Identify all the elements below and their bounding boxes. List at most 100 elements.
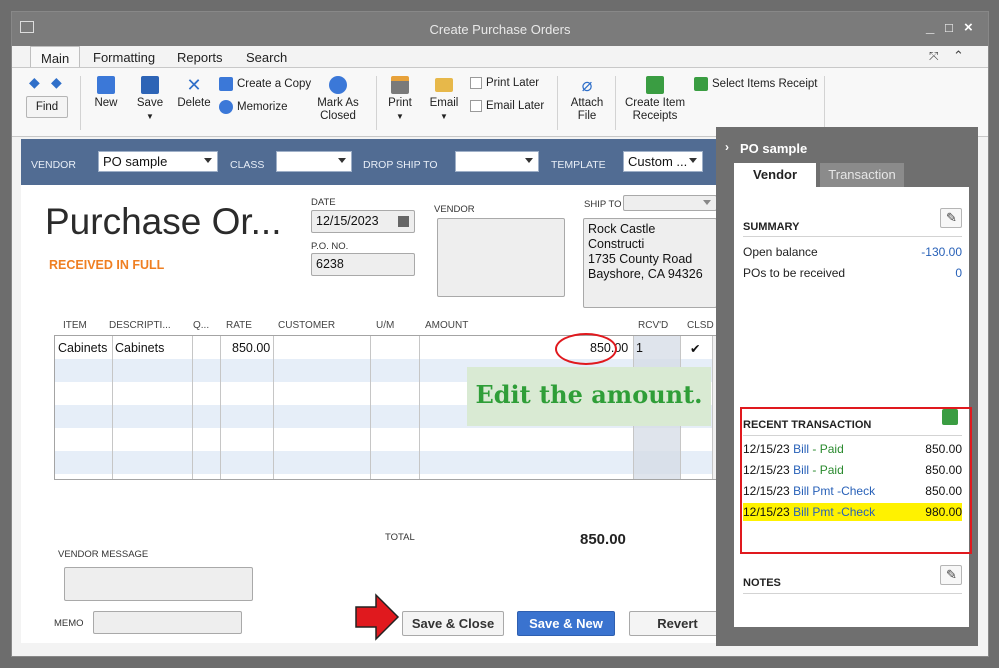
memo-label: MEMO [54, 618, 84, 629]
memo-field[interactable] [93, 611, 242, 634]
column-divider [273, 336, 274, 479]
status-badge: RECEIVED IN FULL [49, 258, 165, 272]
chevron-right-icon[interactable]: › [725, 140, 729, 154]
previous-arrow-icon[interactable]: ◆ [29, 74, 40, 91]
ribbon-separator [824, 76, 825, 130]
column-header-qty[interactable]: Q... [193, 320, 209, 331]
chevron-down-icon: ▼ [396, 112, 404, 121]
template-select[interactable]: Custom ... [623, 151, 703, 172]
collapse-ribbon-icon[interactable]: ⌃ [953, 48, 964, 64]
column-header-amount[interactable]: AMOUNT [425, 320, 468, 331]
save-close-button[interactable]: Save & Close [402, 611, 504, 636]
sidebar-title: PO sample [740, 141, 808, 156]
memorize-icon [219, 100, 233, 114]
cell-item[interactable]: Cabinets [58, 341, 107, 355]
print-button[interactable]: Print ▼ [386, 76, 414, 123]
email-button[interactable]: Email ▼ [428, 76, 460, 123]
tab-transaction[interactable]: Transaction [820, 163, 904, 187]
ribbon-tabs: Main Formatting Reports Search ⤧ ⌃ [12, 46, 988, 69]
notes-heading: NOTES [743, 577, 781, 589]
expand-icon[interactable]: ⤧ [929, 49, 939, 64]
table-row[interactable] [55, 428, 714, 451]
purchase-order-form: Purchase Or... RECEIVED IN FULL DATE 12/… [21, 185, 727, 643]
revert-button[interactable]: Revert [629, 611, 726, 636]
cell-clsd[interactable]: ✔ [690, 341, 700, 356]
ship-to-address-field[interactable]: Rock Castle Constructi 1735 County Road … [583, 218, 717, 308]
chevron-down-icon [689, 158, 697, 163]
title-bar: Create Purchase Orders _ □ × [12, 12, 988, 46]
select-items-receipt-icon [694, 77, 708, 91]
po-number-field[interactable]: 6238 [311, 253, 415, 276]
chevron-down-icon [703, 200, 711, 205]
column-header-clsd[interactable]: CLSD [687, 320, 714, 331]
ship-to-select[interactable] [623, 195, 717, 211]
mark-as-closed-button[interactable]: Mark As Closed [312, 76, 364, 123]
annotation-circle [555, 333, 617, 365]
new-button[interactable]: New [92, 76, 120, 110]
printer-icon [391, 76, 409, 94]
checkbox-icon [470, 100, 482, 112]
total-label: TOTAL [385, 532, 415, 543]
envelope-icon [435, 78, 453, 92]
pos-received-value[interactable]: 0 [955, 266, 962, 280]
summary-heading: SUMMARY [743, 221, 800, 233]
cell-rate[interactable]: 850.00 [232, 341, 270, 355]
chevron-down-icon: ▼ [146, 112, 154, 121]
annotation-arrow [355, 593, 400, 641]
save-new-button[interactable]: Save & New [517, 611, 615, 636]
column-divider [419, 336, 420, 479]
next-arrow-icon[interactable]: ◆ [51, 74, 62, 91]
column-header-item[interactable]: ITEM [63, 320, 87, 331]
annotation-highlight-box [740, 407, 972, 554]
vendor-sidebar: › PO sample Vendor Transaction SUMMARY ✎… [716, 127, 978, 646]
checkbox-icon [470, 77, 482, 89]
paperclip-icon: ⌀ [581, 75, 593, 95]
vendor-label: VENDOR [31, 159, 76, 171]
cell-rcvd[interactable]: 1 [636, 341, 643, 355]
minimize-icon[interactable]: _ [926, 19, 934, 36]
vendor-message-label: VENDOR MESSAGE [58, 549, 149, 560]
memorize-button[interactable]: Memorize [219, 100, 287, 114]
tab-search[interactable]: Search [246, 50, 287, 65]
find-button[interactable]: Find [26, 96, 68, 118]
cell-description[interactable]: Cabinets [115, 341, 164, 355]
tab-reports[interactable]: Reports [177, 50, 223, 65]
column-header-rcvd[interactable]: RCV'D [638, 320, 668, 331]
template-label: TEMPLATE [551, 159, 606, 171]
column-header-um[interactable]: U/M [376, 320, 394, 331]
chevron-down-icon [204, 158, 212, 163]
column-header-description[interactable]: DESCRIPTI... [109, 320, 171, 331]
drop-ship-select[interactable] [455, 151, 539, 172]
close-icon[interactable]: × [964, 19, 973, 36]
create-item-receipts-button[interactable]: Create Item Receipts [622, 76, 688, 123]
create-copy-button[interactable]: Create a Copy [219, 77, 311, 91]
table-row[interactable] [55, 451, 714, 474]
annotation-callout: Edit the amount. [467, 367, 711, 426]
edit-notes-button[interactable]: ✎ [940, 565, 962, 585]
checkmark-circle-icon [329, 76, 347, 94]
column-header-customer[interactable]: CUSTOMER [278, 320, 335, 331]
delete-button[interactable]: ✕ Delete [176, 76, 212, 110]
attach-file-button[interactable]: ⌀ Attach File [566, 76, 608, 123]
calendar-icon[interactable] [398, 216, 409, 227]
save-button[interactable]: Save ▼ [134, 76, 166, 123]
new-document-icon [97, 76, 115, 94]
maximize-icon[interactable]: □ [945, 20, 953, 35]
tab-vendor[interactable]: Vendor [734, 163, 816, 187]
email-later-checkbox[interactable]: Email Later [470, 100, 544, 112]
pencil-icon: ✎ [946, 567, 957, 582]
tab-formatting[interactable]: Formatting [93, 50, 155, 65]
tab-main[interactable]: Main [30, 46, 81, 69]
ribbon-separator [376, 76, 377, 130]
date-field[interactable]: 12/15/2023 [311, 210, 415, 233]
vendor-select[interactable]: PO sample [98, 151, 218, 172]
select-items-receipt-button[interactable]: Select Items Receipt [694, 77, 817, 91]
class-select[interactable] [276, 151, 352, 172]
column-header-rate[interactable]: RATE [226, 320, 252, 331]
vendor-address-field[interactable] [437, 218, 565, 297]
print-later-checkbox[interactable]: Print Later [470, 77, 539, 89]
vendor-message-field[interactable] [64, 567, 253, 601]
pos-received-row: POs to be received 0 [743, 266, 962, 280]
open-balance-value[interactable]: -130.00 [921, 245, 962, 259]
edit-summary-button[interactable]: ✎ [940, 208, 962, 228]
